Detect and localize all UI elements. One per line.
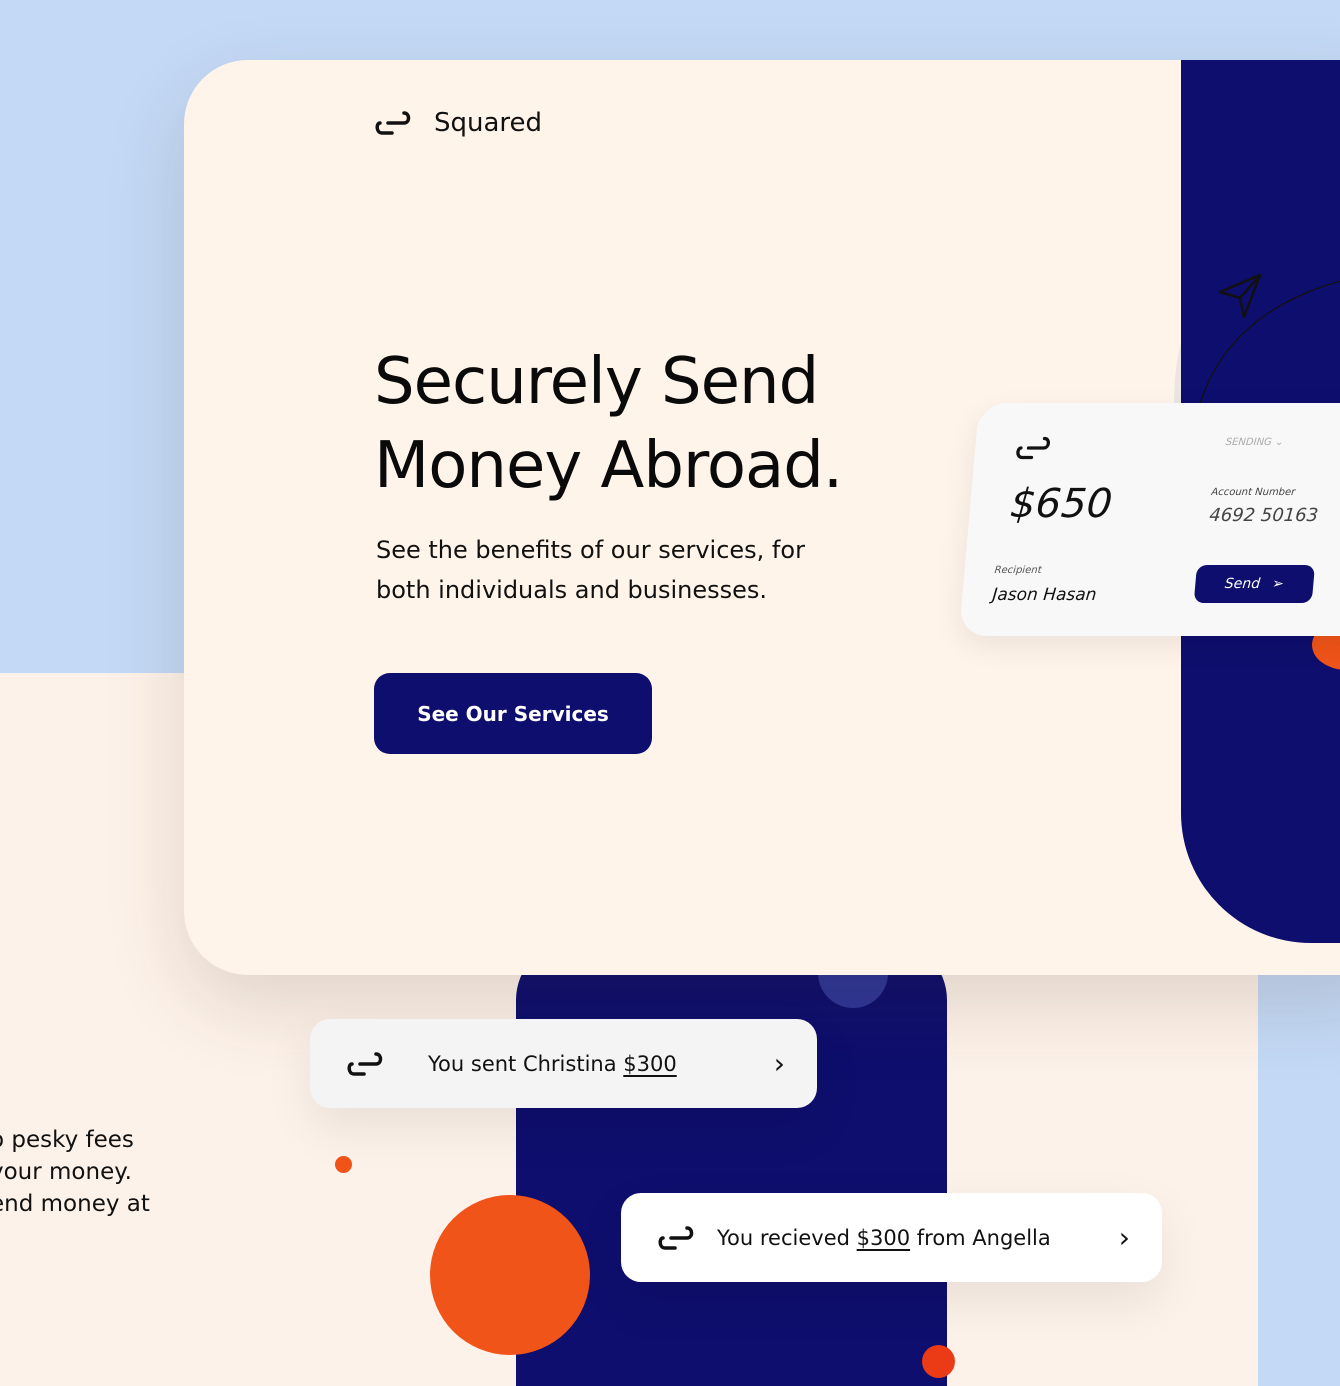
squared-logo-icon	[375, 111, 411, 135]
headline-line: Money Abroad.	[374, 429, 843, 503]
account-label: Account Number	[1210, 487, 1296, 498]
navy-block	[516, 940, 947, 1386]
notification-received[interactable]: You recieved $300 from Angella ›	[621, 1193, 1162, 1282]
paper-plane-icon: ➢	[1271, 576, 1285, 592]
recipient-name: Jason Hasan	[991, 585, 1098, 605]
subtitle-line: See the benefits of our services, for	[376, 536, 805, 564]
page-title: Securely Send Money Abroad.	[374, 340, 843, 508]
side-text: o pesky fees your money. end money at	[0, 1124, 150, 1220]
amount: $300	[623, 1051, 677, 1076]
side-text-line: your money.	[0, 1159, 132, 1185]
text: You sent Christina	[428, 1051, 624, 1076]
subtitle: See the benefits of our services, for bo…	[376, 530, 846, 610]
squared-logo-icon	[347, 1051, 383, 1076]
mode-label: SENDING	[1225, 437, 1273, 448]
notification-text: You sent Christina $300	[428, 1052, 774, 1076]
amount: $650	[1008, 481, 1115, 527]
squared-logo-icon	[1016, 436, 1051, 460]
amount: $300	[856, 1225, 911, 1250]
decor-dot	[922, 1345, 955, 1378]
text: You recieved	[717, 1225, 857, 1250]
chevron-right-icon[interactable]: ›	[1119, 1221, 1130, 1254]
see-services-button[interactable]: See Our Services	[374, 673, 652, 754]
squared-logo-icon	[658, 1225, 694, 1250]
decor-circle-orange	[430, 1195, 590, 1355]
chevron-down-icon: ⌄	[1274, 437, 1284, 448]
chevron-right-icon[interactable]: ›	[774, 1047, 785, 1080]
brand-name: Squared	[434, 108, 543, 138]
decor-dot	[335, 1156, 352, 1173]
headline-line: Securely Send	[374, 345, 819, 419]
side-text-line: o pesky fees	[0, 1127, 134, 1153]
mode-dropdown[interactable]: SENDING ⌄	[1225, 437, 1284, 448]
send-label: Send	[1224, 576, 1261, 592]
brand-logo[interactable]: Squared	[374, 108, 542, 138]
subtitle-line: both individuals and businesses.	[376, 576, 768, 604]
account-number: 4692 50163	[1208, 505, 1320, 526]
recipient-label: Recipient	[994, 565, 1042, 576]
side-text-line: end money at	[0, 1191, 150, 1217]
transfer-widget: $650 SENDING ⌄ Account Number 4692 50163…	[958, 403, 1340, 636]
text: from Angella	[910, 1225, 1051, 1250]
notification-text: You recieved $300 from Angella	[717, 1226, 1119, 1250]
hero-card: Squared Securely Send Money Abroad. See …	[184, 60, 1340, 975]
send-button[interactable]: Send ➢	[1193, 565, 1316, 603]
notification-sent[interactable]: You sent Christina $300 ›	[310, 1019, 817, 1108]
